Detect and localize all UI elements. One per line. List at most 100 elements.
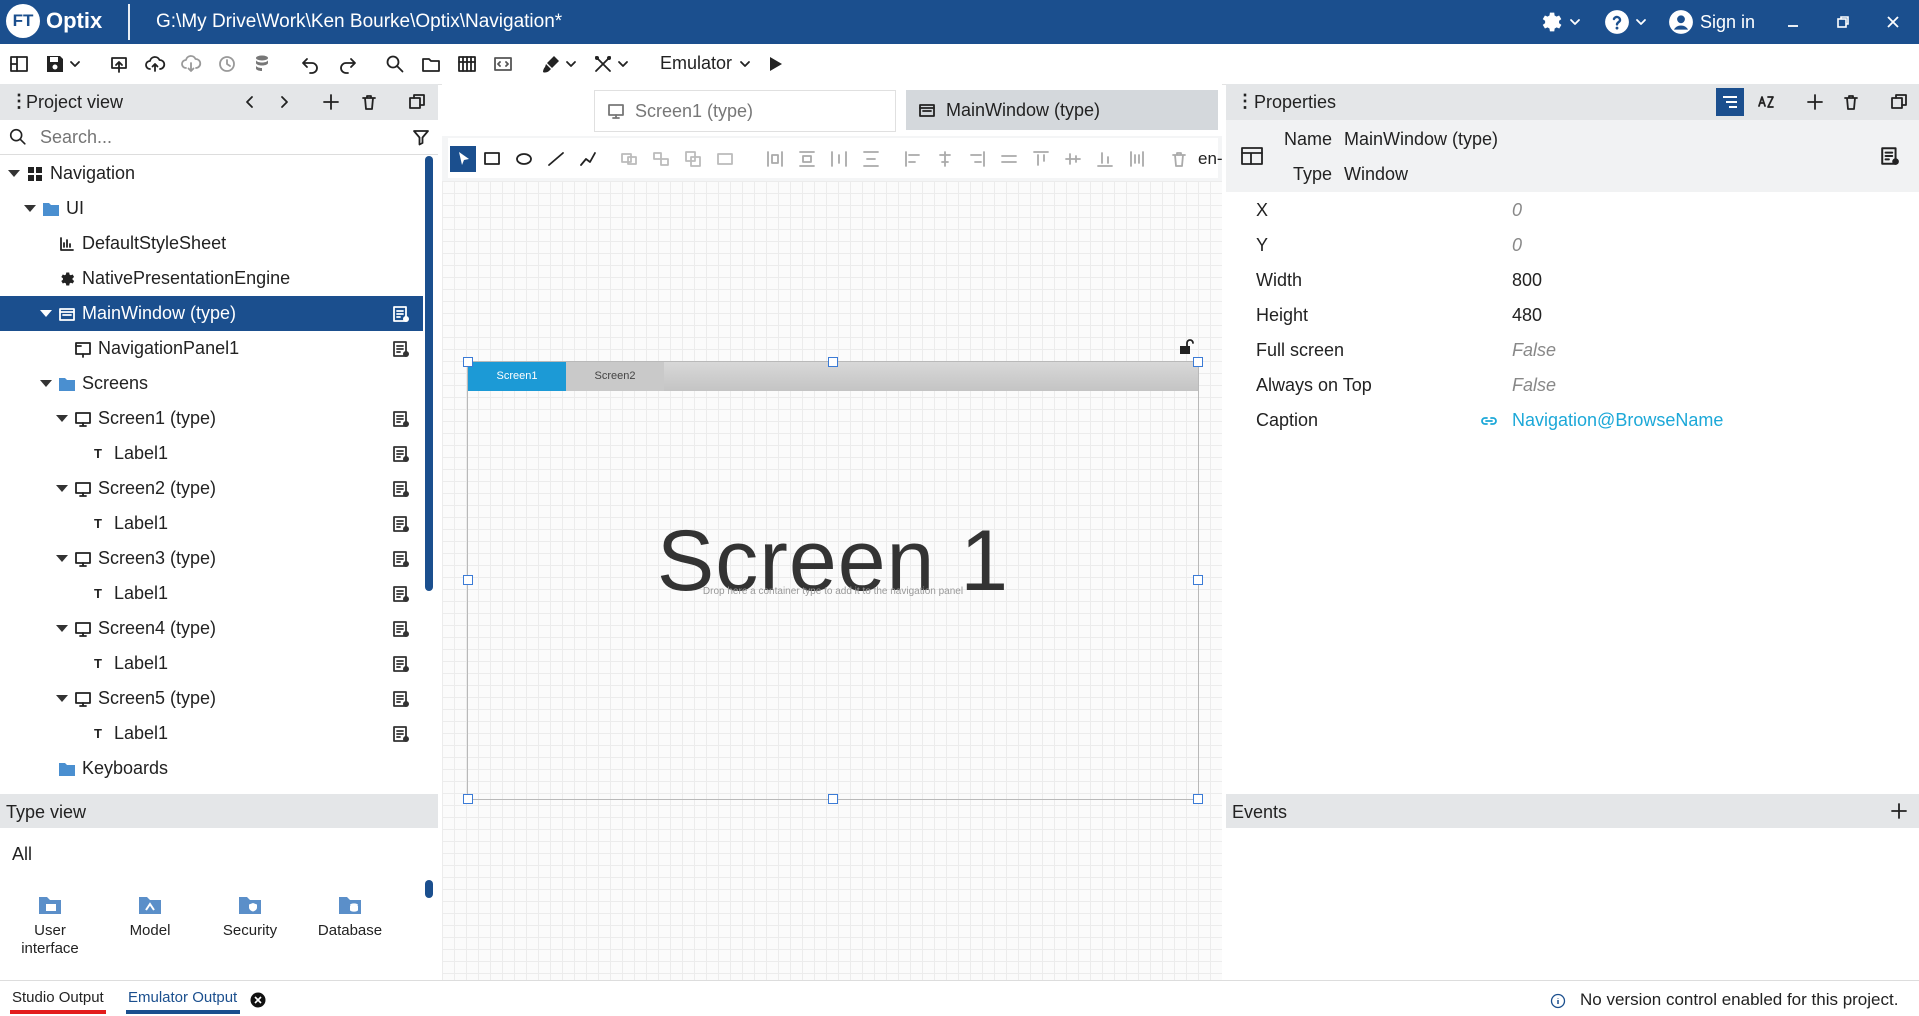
tree-item-screen3[interactable]: Screen3 (type) [0, 541, 423, 576]
run-icon[interactable] [764, 53, 786, 75]
filter-icon[interactable] [412, 128, 430, 146]
property-value[interactable]: False [1512, 375, 1556, 396]
copy-window-icon[interactable] [408, 93, 426, 111]
type-view-filter[interactable]: All [12, 844, 32, 865]
align-top-icon[interactable] [1032, 150, 1050, 168]
nav-tab-screen2[interactable]: Screen2 [566, 362, 664, 391]
sort-button[interactable] [1716, 88, 1744, 116]
edit-properties-icon[interactable] [392, 305, 410, 323]
copy-window-icon[interactable] [1890, 93, 1908, 111]
edit-properties-icon[interactable] [392, 480, 410, 498]
expand-arrow-icon[interactable] [56, 555, 68, 562]
tree-item-keyboards[interactable]: Keyboards [0, 751, 423, 786]
main-window-frame[interactable]: Screen1 Screen2 Screen 1 Drop here a con… [467, 361, 1199, 800]
tree-item-screen2[interactable]: Screen2 (type) [0, 471, 423, 506]
save-icon[interactable] [44, 53, 66, 75]
code-icon[interactable] [492, 53, 514, 75]
property-value[interactable]: 800 [1512, 270, 1542, 291]
deploy-icon[interactable] [108, 53, 130, 75]
tree-item-label1[interactable]: T Label1 [0, 436, 423, 471]
library-icon[interactable] [456, 53, 478, 75]
edit-properties-icon[interactable] [392, 725, 410, 743]
panels-layout-icon[interactable] [8, 53, 30, 75]
tree-item-defaultstylesheet[interactable]: DefaultStyleSheet [0, 226, 423, 261]
type-view-scrollbar[interactable] [425, 880, 433, 898]
redo-icon[interactable] [336, 53, 358, 75]
project-search-input[interactable] [38, 125, 362, 149]
space-vertical-icon[interactable] [862, 150, 880, 168]
type-item-database[interactable]: Database [310, 892, 390, 939]
panel-menu-icon[interactable]: ⋮ [1236, 91, 1254, 112]
locale-selector[interactable]: en- [1198, 149, 1223, 169]
add-icon[interactable] [1890, 802, 1908, 820]
tree-item-screen1[interactable]: Screen1 (type) [0, 401, 423, 436]
expand-arrow-icon[interactable] [24, 205, 36, 212]
tree-item-screen5[interactable]: Screen5 (type) [0, 681, 423, 716]
undo-icon[interactable] [300, 53, 322, 75]
select-tool[interactable] [450, 146, 476, 172]
chevron-down-icon[interactable] [564, 53, 578, 75]
edit-properties-icon[interactable] [392, 690, 410, 708]
resize-handle[interactable] [463, 794, 473, 804]
add-icon[interactable] [322, 93, 340, 111]
property-value[interactable]: 480 [1512, 305, 1542, 326]
emulator-dropdown[interactable]: Emulator [660, 53, 732, 74]
close-circle-icon[interactable] [250, 992, 266, 1008]
tab-screen1[interactable]: Screen1 (type) [594, 90, 896, 132]
property-value[interactable]: 0 [1512, 235, 1522, 256]
tree-scrollbar[interactable] [425, 156, 433, 591]
add-icon[interactable] [1806, 93, 1824, 111]
edit-properties-icon[interactable] [1880, 146, 1900, 166]
tree-item-label1[interactable]: T Label1 [0, 646, 423, 681]
chevron-right-icon[interactable] [276, 94, 292, 110]
expand-arrow-icon[interactable] [56, 625, 68, 632]
restore-button[interactable] [1835, 0, 1851, 44]
polyline-icon[interactable] [578, 150, 598, 168]
chevron-down-icon[interactable] [738, 53, 752, 75]
open-folder-icon[interactable] [420, 53, 442, 75]
tree-item-navigationpanel1[interactable]: NavigationPanel1 [0, 331, 423, 366]
tree-item-label1[interactable]: T Label1 [0, 506, 423, 541]
type-item-user-interface[interactable]: User interface [10, 892, 90, 958]
expand-arrow-icon[interactable] [56, 485, 68, 492]
tree-item-screens[interactable]: Screens [0, 366, 423, 401]
edit-properties-icon[interactable] [392, 445, 410, 463]
align-center-icon[interactable] [936, 150, 954, 168]
type-item-security[interactable]: Security [210, 892, 290, 939]
sign-in-button[interactable]: Sign in [1668, 0, 1755, 44]
settings-menu[interactable] [1538, 0, 1582, 44]
tree-item-nativepresentationengine[interactable]: NativePresentationEngine [0, 261, 423, 296]
delete-icon[interactable] [1170, 150, 1188, 168]
align-vertical-center-icon[interactable] [1064, 150, 1082, 168]
tree-item-screen4[interactable]: Screen4 (type) [0, 611, 423, 646]
help-menu[interactable] [1604, 0, 1648, 44]
align-left-icon[interactable] [904, 150, 922, 168]
expand-arrow-icon[interactable] [8, 170, 20, 177]
group-icon[interactable] [620, 150, 638, 168]
resize-handle[interactable] [463, 575, 473, 585]
resize-handle[interactable] [828, 357, 838, 367]
ungroup-icon[interactable] [652, 150, 670, 168]
resize-handle[interactable] [1193, 357, 1203, 367]
database-settings-icon[interactable] [252, 53, 274, 75]
chevron-down-icon[interactable] [68, 53, 82, 75]
edit-properties-icon[interactable] [392, 550, 410, 568]
design-canvas[interactable]: Screen1 Screen2 Screen 1 Drop here a con… [442, 181, 1222, 980]
paint-brush-icon[interactable] [540, 53, 562, 75]
sort-alphabetical-icon[interactable] [1756, 92, 1776, 112]
delete-icon[interactable] [1842, 93, 1860, 111]
nav-tab-screen1[interactable]: Screen1 [468, 362, 566, 391]
line-icon[interactable] [546, 150, 566, 168]
close-button[interactable] [1885, 0, 1901, 44]
expand-arrow-icon[interactable] [56, 695, 68, 702]
unlock-icon[interactable] [1177, 338, 1195, 356]
ellipse-icon[interactable] [514, 150, 534, 168]
name-value[interactable]: MainWindow (type) [1344, 129, 1498, 150]
cloud-upload-icon[interactable] [144, 53, 166, 75]
tree-item-label1[interactable]: T Label1 [0, 576, 423, 611]
distribute-horizontal-icon[interactable] [766, 150, 784, 168]
property-value[interactable]: Navigation@BrowseName [1512, 410, 1723, 431]
cloud-download-icon[interactable] [180, 53, 202, 75]
expand-arrow-icon[interactable] [56, 415, 68, 422]
edit-properties-icon[interactable] [392, 515, 410, 533]
